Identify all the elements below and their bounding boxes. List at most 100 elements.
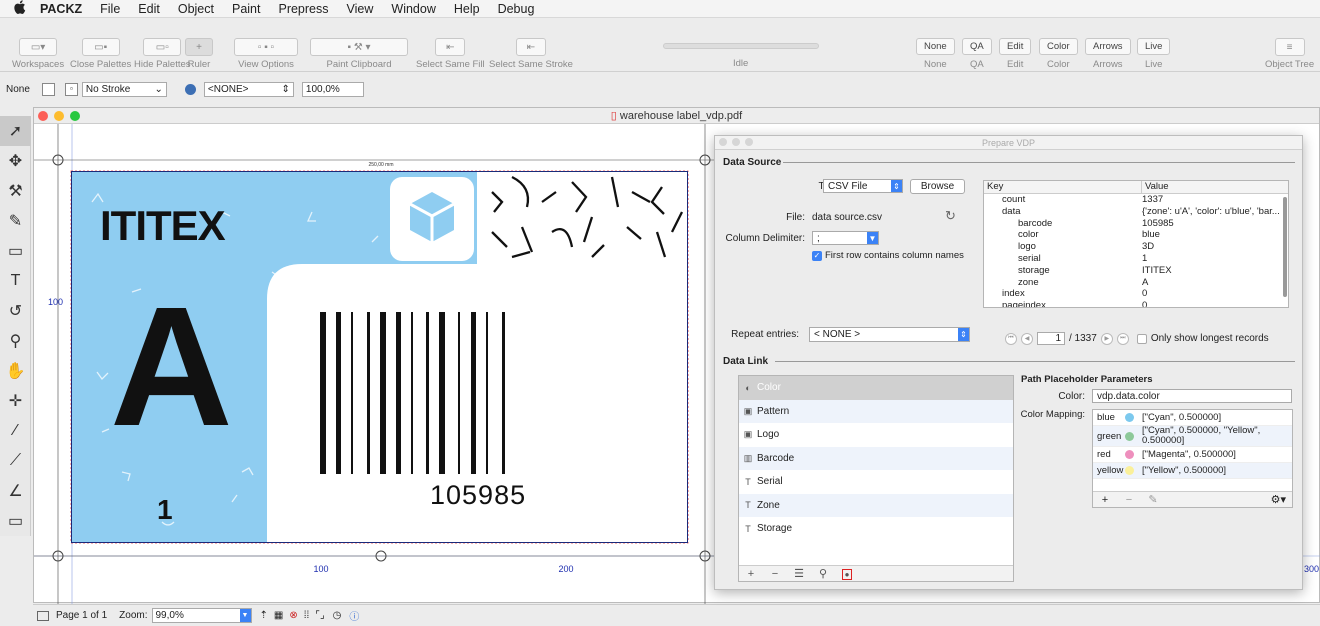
close-palettes-button[interactable]: ▭▪ Close Palettes: [70, 38, 131, 70]
menu-view[interactable]: View: [347, 2, 374, 16]
color-swatch-icon[interactable]: [184, 83, 196, 95]
key-table-row[interactable]: ▼data{'zone': u'A', 'color': u'blue', 'b…: [984, 206, 1288, 218]
quick-arrows[interactable]: Arrows Arrows: [1085, 38, 1131, 70]
edit-mapping-icon[interactable]: ✎: [1141, 493, 1165, 506]
add-link-button[interactable]: +: [739, 568, 763, 580]
key-table-row[interactable]: color blue: [984, 229, 1288, 241]
search-icon[interactable]: ⚲: [811, 567, 835, 580]
table-scrollbar[interactable]: [1283, 197, 1287, 297]
column-delimiter-select[interactable]: ; ▼: [812, 231, 879, 245]
apple-icon[interactable]: [0, 0, 40, 17]
list-view-icon[interactable]: ☰: [787, 567, 811, 580]
info-icon[interactable]: ⓘ: [349, 608, 359, 623]
key-table-row[interactable]: barcode 105985: [984, 218, 1288, 230]
select-same-stroke-button[interactable]: ⇤ Select Same Stroke: [489, 38, 573, 70]
key-table-row[interactable]: count 1337: [984, 194, 1288, 206]
browse-button[interactable]: Browse: [910, 179, 965, 194]
record-index-field[interactable]: 1: [1037, 332, 1065, 345]
stroke-select[interactable]: No Stroke ⌄: [81, 81, 167, 97]
record-icon[interactable]: ●: [835, 568, 859, 580]
rectangle-icon[interactable]: ▭: [0, 236, 31, 266]
menu-paint[interactable]: Paint: [232, 2, 261, 16]
longest-records-checkbox[interactable]: [1136, 333, 1147, 344]
key-table-row[interactable]: storage ITITEX: [984, 265, 1288, 277]
key-table-row[interactable]: logo 3D: [984, 241, 1288, 253]
minimize-panel-button[interactable]: [732, 138, 740, 146]
stroke-swatch[interactable]: ▫: [64, 82, 78, 96]
target-icon[interactable]: ⊗: [289, 610, 297, 621]
grid-icon[interactable]: ▦: [274, 610, 283, 621]
view-options-button[interactable]: ▫ ▪ ▫ View Options: [234, 38, 298, 70]
text-tool-icon[interactable]: T: [0, 266, 31, 296]
menu-debug[interactable]: Debug: [498, 2, 535, 16]
last-record-icon[interactable]: ⏭: [1116, 332, 1129, 345]
data-link-list[interactable]: ◐ Color ▣ Pattern ▣ Logo ▥ Barcode T Serial T Zone T…: [738, 375, 1014, 582]
swatch-select[interactable]: <NONE> ⇕: [203, 81, 294, 97]
prev-record-icon[interactable]: ◀: [1021, 332, 1033, 345]
remove-link-button[interactable]: −: [763, 568, 787, 580]
color-param-field[interactable]: vdp.data.color: [1092, 389, 1292, 403]
ruler-button[interactable]: + Ruler: [185, 38, 213, 70]
eyedropper-icon[interactable]: ⁄: [0, 416, 31, 446]
menu-help[interactable]: Help: [454, 2, 480, 16]
fit-page-icon[interactable]: ⇡: [260, 610, 268, 621]
move-icon[interactable]: ✥: [0, 146, 31, 176]
key-table-row[interactable]: serial 1: [984, 253, 1288, 265]
zoom-window-button[interactable]: [70, 111, 80, 121]
next-record-icon[interactable]: ▶: [1100, 332, 1113, 345]
menu-app[interactable]: PACKZ: [40, 2, 82, 16]
measure-icon[interactable]: ⟋: [0, 446, 31, 476]
rotate-icon[interactable]: ↺: [0, 296, 31, 326]
quick-color[interactable]: Color Color: [1039, 38, 1078, 70]
quick-live[interactable]: Live Live: [1137, 38, 1171, 70]
menu-edit[interactable]: Edit: [138, 2, 160, 16]
quick-none[interactable]: None None: [916, 38, 955, 70]
paint-clipboard-button[interactable]: ▪ ⚒ ▾ Paint Clipboard: [310, 38, 408, 70]
data-link-item[interactable]: ◐ Color: [739, 376, 1013, 400]
menu-object[interactable]: Object: [178, 2, 214, 16]
key-table-row[interactable]: index 0: [984, 288, 1288, 300]
object-tree-button[interactable]: ≡ Object Tree: [1265, 38, 1314, 70]
fit-width-icon[interactable]: ⁞⁞: [304, 610, 310, 621]
value-column-header[interactable]: Value: [1142, 181, 1288, 193]
sidebar-toggle-icon[interactable]: [37, 610, 49, 621]
hide-palettes-button[interactable]: ▭▫ Hide Palettes: [134, 38, 191, 70]
fit-all-icon[interactable]: ⌜⌟: [315, 610, 324, 621]
key-table-row[interactable]: pageindex 0: [984, 300, 1288, 307]
color-mapping-table[interactable]: blue ["Cyan", 0.500000] green ["Cyan", 0.50…: [1092, 409, 1293, 508]
fill-swatch[interactable]: [41, 82, 55, 96]
data-link-item[interactable]: T Storage: [739, 517, 1013, 541]
first-row-checkbox[interactable]: ✓ First row contains column names: [812, 250, 964, 261]
data-link-item[interactable]: ▣ Logo: [739, 423, 1013, 447]
first-record-icon[interactable]: ⏮: [1005, 332, 1017, 345]
opacity-field[interactable]: 100,0%: [301, 81, 364, 97]
angle-icon[interactable]: ∠: [0, 476, 31, 506]
color-mapping-row[interactable]: yellow ["Yellow", 0.500000]: [1093, 463, 1292, 479]
data-link-item[interactable]: T Zone: [739, 493, 1013, 517]
remove-mapping-button[interactable]: −: [1117, 494, 1141, 506]
crosshair-icon[interactable]: ✛: [0, 386, 31, 416]
reload-icon[interactable]: ↻: [945, 208, 956, 224]
zoom-icon[interactable]: ⚲: [0, 326, 31, 356]
menu-file[interactable]: File: [100, 2, 120, 16]
data-link-item[interactable]: T Serial: [739, 470, 1013, 494]
menu-prepress[interactable]: Prepress: [278, 2, 328, 16]
close-window-button[interactable]: [38, 111, 48, 121]
quick-qa[interactable]: QA QA: [962, 38, 992, 70]
color-mapping-row[interactable]: green ["Cyan", 0.500000, "Yellow", 0.5000…: [1093, 426, 1292, 447]
menu-window[interactable]: Window: [391, 2, 435, 16]
quick-edit[interactable]: Edit Edit: [999, 38, 1032, 70]
color-mapping-row[interactable]: red ["Magenta", 0.500000]: [1093, 447, 1292, 463]
key-table-row[interactable]: zone A: [984, 277, 1288, 289]
workspaces-button[interactable]: ▭▾ Workspaces: [12, 38, 64, 70]
color-mapping-row[interactable]: blue ["Cyan", 0.500000]: [1093, 410, 1292, 426]
zoom-field[interactable]: 99,0% ▼: [151, 608, 252, 623]
hand-icon[interactable]: ✋: [0, 356, 31, 386]
select-arrow-icon[interactable]: ➚: [0, 116, 31, 146]
data-link-item[interactable]: ▣ Pattern: [739, 399, 1013, 423]
close-panel-button[interactable]: [719, 138, 727, 146]
select-same-fill-button[interactable]: ⇤ Select Same Fill: [416, 38, 485, 70]
comment-icon[interactable]: ▭: [0, 506, 31, 536]
add-mapping-button[interactable]: +: [1093, 494, 1117, 506]
type-select[interactable]: CSV File ⇕: [823, 179, 903, 193]
